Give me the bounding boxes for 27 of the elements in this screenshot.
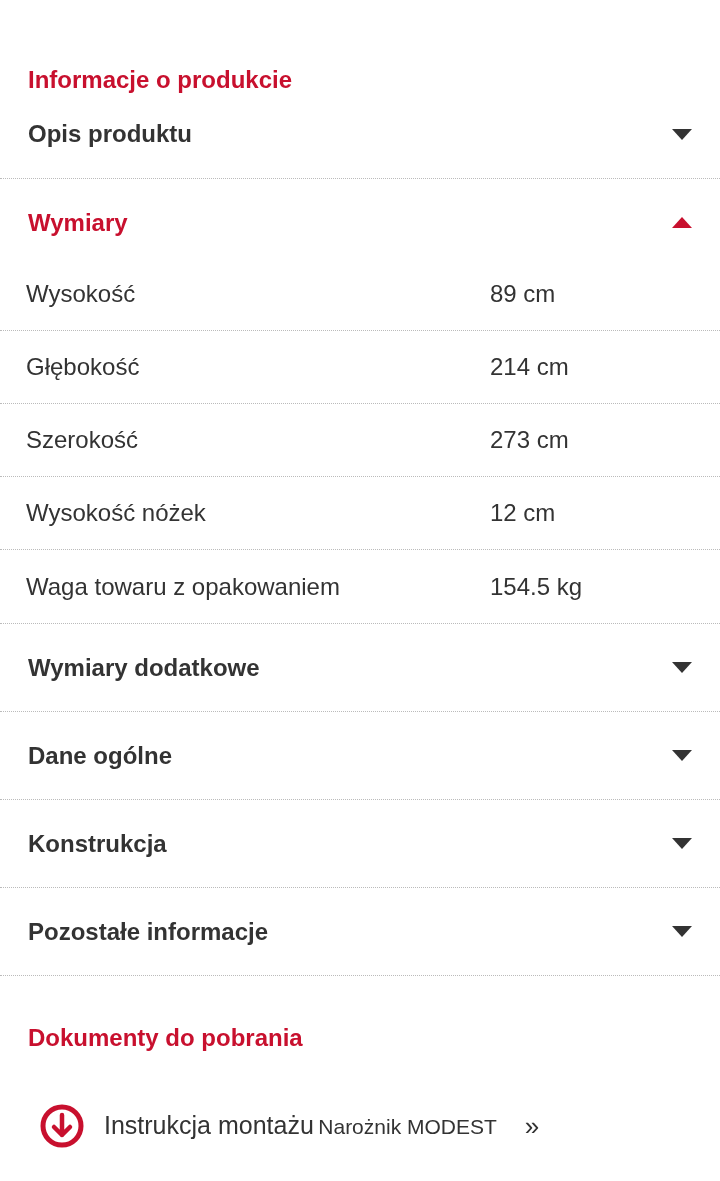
document-link[interactable]: Instrukcja montażu Narożnik MODEST — [104, 1107, 497, 1145]
spec-label: Głębokość — [26, 352, 141, 382]
accordion-header[interactable]: Konstrukcja — [0, 800, 720, 887]
accordion-header[interactable]: Opis produktu — [0, 106, 720, 178]
accordion-header[interactable]: Dane ogólne — [0, 712, 720, 799]
caret-down-icon — [672, 838, 692, 849]
chevron-text: » — [524, 1109, 540, 1143]
caret-down-icon — [672, 926, 692, 937]
section-heading: Informacje o produkcie — [28, 65, 294, 95]
spec-value: 273 cm — [490, 425, 569, 455]
spec-label: Waga towaru z opakowaniem — [26, 571, 341, 602]
caret-down-icon — [672, 128, 692, 140]
spec-label: Wysokość nóżek — [26, 498, 207, 528]
accordion-header[interactable]: Wymiary — [0, 179, 720, 266]
caret-down-icon — [672, 662, 692, 673]
spec-value: 154.5 kg — [490, 571, 583, 602]
accordion-header[interactable]: Wymiary dodatkowe — [0, 624, 720, 711]
spec-label: Wysokość — [26, 279, 137, 309]
caret-down-icon — [672, 750, 692, 761]
spec-label: Szerokość — [26, 425, 140, 455]
spec-value: 12 cm — [490, 498, 556, 528]
spec-value: 214 cm — [490, 352, 569, 382]
caret-up-icon — [672, 217, 692, 228]
spec-value: 89 cm — [490, 279, 556, 309]
section-heading: Dokumenty do pobrania — [28, 1023, 304, 1053]
download-icon[interactable] — [40, 1104, 84, 1148]
accordion-header[interactable]: Pozostałe informacje — [0, 888, 720, 975]
